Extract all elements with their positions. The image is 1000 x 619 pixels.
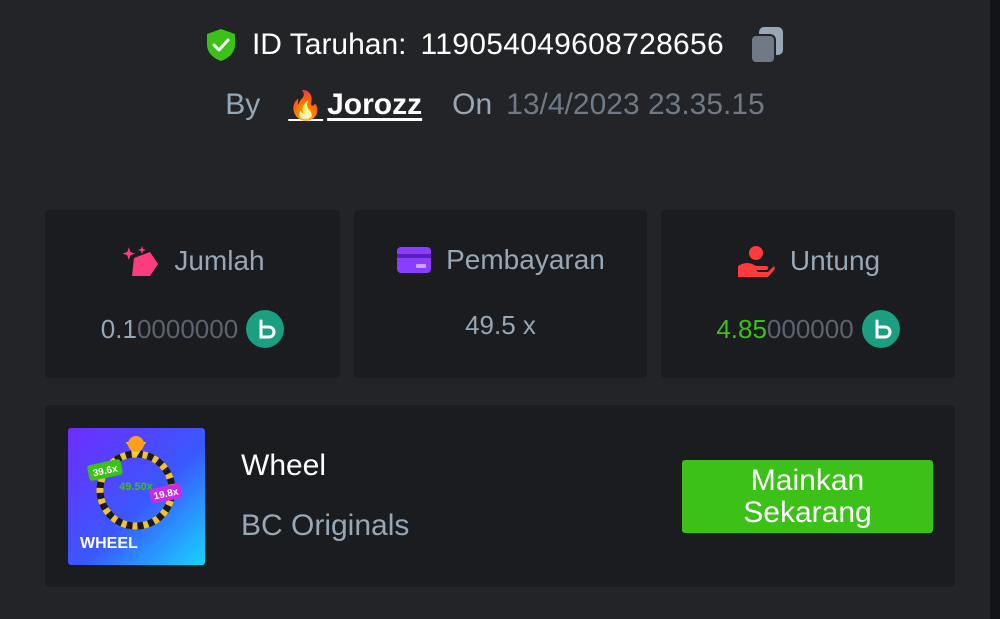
profit-value-bright: 4.85 (716, 313, 767, 344)
bet-id-value: 119054049608728656 (420, 28, 725, 61)
game-provider: BC Originals (241, 509, 410, 542)
profit-value: 4.85000000 (661, 310, 955, 348)
game-name[interactable]: Wheel (241, 449, 326, 483)
bet-detail-panel: ID Taruhan: 119054049608728656 By 🔥 Joro… (0, 0, 990, 619)
bet-date: 13/4/2023 23.35.15 (506, 88, 765, 121)
user-link[interactable]: 🔥 Jorozz (288, 88, 422, 122)
hand-heart-icon (736, 244, 776, 278)
amount-label: Jumlah (174, 245, 265, 276)
fire-icon: 🔥 (288, 89, 324, 121)
shield-check-icon (204, 27, 238, 63)
amount-card: Jumlah 0.10000000 (45, 210, 340, 378)
copy-icon[interactable] (748, 25, 786, 65)
on-label: On (452, 88, 493, 121)
play-now-button[interactable]: Mainkan Sekarang (682, 460, 933, 533)
coin-icon (861, 310, 900, 348)
coin-icon (246, 310, 285, 348)
by-label: By (225, 88, 261, 121)
game-thumbnail[interactable]: 39.6x 49.50x 19.8x WHEEL (68, 428, 205, 565)
username: Jorozz (327, 88, 423, 121)
scrollbar[interactable] (990, 0, 1000, 619)
amount-value-dim: 0000000 (136, 313, 239, 344)
profit-label: Untung (789, 245, 881, 276)
wallet-card-icon (396, 245, 432, 275)
profit-value-dim: 000000 (766, 313, 854, 344)
profit-header: Untung (661, 244, 955, 278)
thumb-label: WHEEL (80, 535, 138, 552)
bet-author-row: By 🔥 Jorozz On 13/4/2023 23.35.15 (0, 82, 990, 128)
payout-card: Pembayaran 49.5 x (354, 210, 647, 378)
bet-amount-icon (120, 244, 160, 278)
bet-id-label: ID Taruhan: (251, 28, 407, 61)
amount-value-bright: 0.1 (100, 313, 137, 344)
amount-value: 0.10000000 (45, 310, 340, 348)
profit-card: Untung 4.85000000 (661, 210, 955, 378)
bet-id-row: ID Taruhan: 119054049608728656 (0, 22, 990, 68)
game-card: 39.6x 49.50x 19.8x WHEEL Wheel BC Origin… (45, 405, 955, 587)
payout-value: 49.5 x (465, 310, 536, 340)
amount-header: Jumlah (45, 244, 340, 278)
payout-header: Pembayaran (354, 244, 647, 276)
payout-label: Pembayaran (446, 244, 605, 275)
thumb-value-2: 49.50x (119, 481, 154, 493)
